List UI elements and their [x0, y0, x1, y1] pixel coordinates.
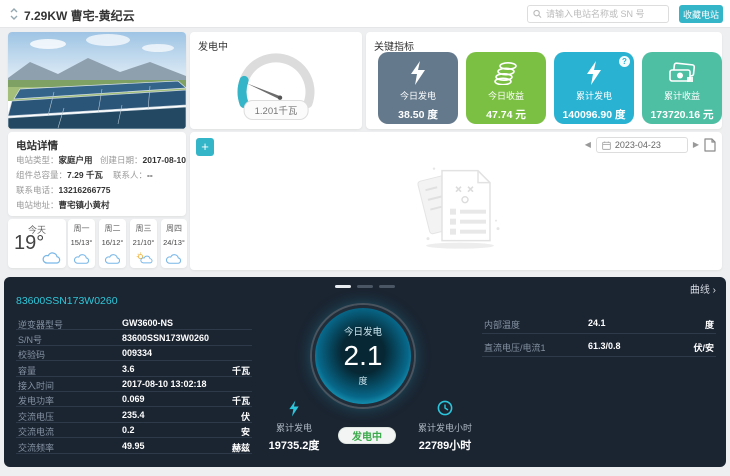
spec-row: 逆变器型号GW3600-NS [16, 315, 252, 330]
search-input[interactable] [546, 9, 663, 19]
weather-forecast-card: 周二 16/12° [99, 219, 126, 268]
coins-icon [466, 60, 546, 86]
weather-forecast-card: 周一 15/13° [68, 219, 95, 268]
collapse-expand-icon[interactable] [8, 7, 20, 21]
station-type: 电站类型：家庭户用 [16, 154, 93, 166]
station-details-title: 电站详情 [16, 138, 58, 153]
weather-temp: 15/13° [68, 238, 95, 247]
spec-row: 发电功率0.069千瓦 [16, 392, 252, 407]
weather-forecast-card: 周四 24/13° [161, 219, 187, 268]
spec-row: 交流电流0.2安 [16, 423, 252, 438]
kpi-value: 173720.16 元 [642, 107, 722, 122]
weather-today-temp: 19° [14, 232, 44, 255]
carousel-dash[interactable] [357, 285, 373, 288]
kpi-value: 140096.90 度 [554, 107, 634, 122]
search-box[interactable] [527, 5, 669, 23]
carousel-dash[interactable] [335, 285, 351, 288]
inverter-spec-table: 逆变器型号GW3600-NS S/N号83600SSN173W0260 校验码0… [16, 315, 252, 454]
kpi-total-generation: ? 累计发电 140096.90 度 [554, 52, 634, 124]
key-indicators-card: 关键指标 今日发电 38.50 度 今日收益 47.74 元 ? 累计发电 14… [366, 32, 722, 129]
stat-value: 19735.2度 [249, 437, 339, 453]
help-icon[interactable]: ? [619, 56, 630, 67]
spec-row: 接入时间2017-08-10 13:02:18 [16, 377, 252, 392]
empty-state-illustration [398, 159, 514, 251]
top-bar: 7.29KW 曹宅-黄纪云 收藏电站 [0, 0, 730, 28]
sun-cloud-icon [135, 251, 153, 265]
stat-label: 累计发电小时 [400, 421, 490, 434]
solar-panels-photo [8, 32, 186, 129]
today-generation-value: 2.1 [315, 340, 411, 372]
inverter-panel: 曲线 › 83600SSN173W0260 逆变器型号GW3600-NS S/N… [4, 277, 726, 467]
spec-row: 交流频率49.95赫兹 [16, 438, 252, 453]
spec-row: 交流电压235.4伏 [16, 407, 252, 422]
station-capacity: 组件总容量：7.29 千瓦 [16, 169, 103, 181]
cloud-icon [104, 253, 121, 265]
today-generation-gauge: 今日发电 2.1 度 [312, 305, 414, 407]
prev-day-icon[interactable]: ◀ [585, 137, 591, 153]
weather-day-label: 周一 [68, 223, 95, 234]
favorite-station-button[interactable]: 收藏电站 [679, 5, 723, 23]
selected-date: 2023-04-23 [615, 140, 661, 150]
reading-row: 内部温度24.1度 [482, 311, 716, 334]
spec-row: 容量3.6千瓦 [16, 361, 252, 376]
weather-day-label: 周二 [99, 223, 126, 234]
weather-temp: 16/12° [99, 238, 126, 247]
current-power-value: 1.201千瓦 [244, 100, 309, 120]
stat-value: 22789小时 [400, 437, 490, 453]
station-photo [8, 32, 186, 129]
spec-row: S/N号83600SSN173W0260 [16, 330, 252, 345]
kpi-total-income: 累计收益 173720.16 元 [642, 52, 722, 124]
carousel-indicator[interactable] [335, 285, 395, 288]
kpi-today-income: 今日收益 47.74 元 [466, 52, 546, 124]
weather-today-card: 今天 19° [8, 219, 66, 268]
carousel-dash[interactable] [379, 285, 395, 288]
station-contact: 联系人：-- [113, 169, 153, 181]
clock-icon [400, 399, 490, 417]
next-day-icon[interactable]: ▶ [693, 137, 699, 153]
total-hours-stat: 累计发电小时 22789小时 [400, 399, 490, 453]
generating-status-button[interactable]: 发电中 [338, 427, 396, 444]
kpi-today-generation: 今日发电 38.50 度 [378, 52, 458, 124]
today-generation-unit: 度 [315, 374, 411, 387]
date-picker[interactable]: 2023-04-23 [596, 137, 688, 153]
station-address: 电站地址：曹宅镇小黄村 [16, 199, 110, 211]
lightning-icon [249, 399, 339, 417]
kpi-label: 累计收益 [642, 89, 722, 102]
cloud-icon [42, 251, 62, 265]
weather-temp: 24/13° [161, 238, 187, 247]
lightning-icon [378, 60, 458, 86]
date-controls: ◀ 2023-04-23 ▶ [585, 137, 716, 153]
station-create-date: 创建日期：2017-08-10 [100, 154, 186, 166]
reading-row: 直流电压/电流161.3/0.8伏/安 [482, 334, 716, 357]
weather-day-label: 周三 [130, 223, 157, 234]
today-generation-label: 今日发电 [315, 324, 411, 338]
kpi-title: 关键指标 [374, 38, 414, 53]
search-icon [533, 9, 542, 19]
weather-day-label: 周四 [161, 223, 187, 234]
kpi-label: 今日发电 [378, 89, 458, 102]
stat-label: 累计发电 [249, 421, 339, 434]
inverter-sn-link[interactable]: 83600SSN173W0260 [16, 295, 118, 307]
kpi-label: 今日收益 [466, 89, 546, 102]
spec-row: 校验码009334 [16, 346, 252, 361]
inverter-readings-table: 内部温度24.1度 直流电压/电流161.3/0.8伏/安 [482, 311, 716, 357]
curve-link[interactable]: 曲线 › [690, 281, 716, 296]
add-button[interactable]: + [196, 138, 214, 156]
total-generation-stat: 累计发电 19735.2度 [249, 399, 339, 453]
weather-forecast-card: 周三 21/10° [130, 219, 157, 268]
kpi-value: 38.50 度 [378, 107, 458, 122]
weather-temp: 21/10° [130, 238, 157, 247]
page-title: 7.29KW 曹宅-黄纪云 [24, 7, 135, 24]
cash-icon [642, 60, 722, 86]
station-details-card: 电站详情 电站类型：家庭户用 创建日期：2017-08-10 组件总容量：7.2… [8, 132, 186, 216]
export-report-icon[interactable] [704, 138, 716, 152]
kpi-value: 47.74 元 [466, 107, 546, 122]
cloud-icon [166, 253, 183, 265]
calendar-icon [602, 141, 611, 150]
cloud-icon [73, 253, 90, 265]
daily-chart-card: + ◀ 2023-04-23 ▶ [190, 132, 722, 270]
kpi-label: 累计发电 [554, 89, 634, 102]
power-gauge-card: 发电中 1.201千瓦 [190, 32, 362, 129]
station-phone: 联系电话：13216266775 [16, 184, 111, 196]
